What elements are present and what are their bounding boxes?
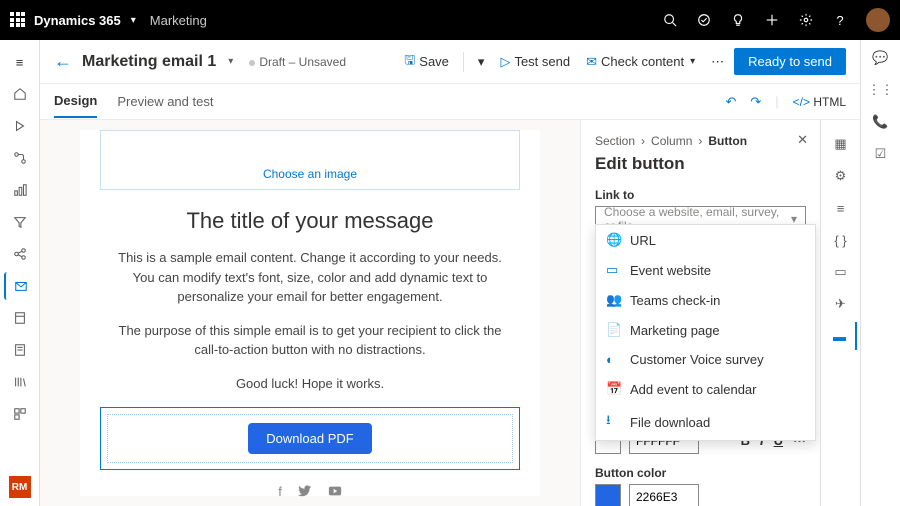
tab-design[interactable]: Design — [54, 85, 97, 118]
template-icon[interactable] — [4, 304, 36, 332]
button-color-swatch[interactable] — [595, 484, 621, 506]
choose-image-link[interactable]: Choose an image — [263, 167, 357, 181]
cta-button[interactable]: Download PDF — [248, 423, 371, 454]
chevron-down-icon[interactable]: ▾ — [228, 56, 233, 67]
page-title: Marketing email 1 — [82, 53, 216, 71]
lightbulb-icon[interactable] — [730, 12, 746, 28]
form-icon[interactable] — [4, 336, 36, 364]
option-url[interactable]: 🌐URL — [596, 225, 815, 255]
task-icon[interactable] — [696, 12, 712, 28]
connections-icon[interactable]: ⋮⋮ — [868, 82, 894, 98]
journey-icon[interactable] — [4, 144, 36, 172]
option-event-website[interactable]: ▭Event website — [596, 255, 815, 285]
share-icon[interactable] — [4, 240, 36, 268]
personalize-icon[interactable]: { } — [825, 226, 857, 254]
close-panel-button[interactable]: ✕ — [797, 132, 808, 148]
website-icon: ▭ — [606, 262, 622, 278]
home-icon[interactable] — [4, 80, 36, 108]
option-file-download[interactable]: ⭳File download — [596, 404, 815, 440]
overflow-button[interactable]: ⋯ — [705, 50, 730, 74]
tab-bar: Design Preview and test ↶ ↷ | </> HTML — [40, 84, 860, 120]
youtube-icon[interactable] — [328, 484, 342, 501]
global-header: Dynamics 365 ▾ Marketing ? — [0, 0, 900, 40]
email-body-2[interactable]: The purpose of this simple email is to g… — [80, 321, 540, 360]
checklist-icon[interactable]: ☑ — [875, 146, 887, 162]
link-to-dropdown: 🌐URL ▭Event website 👥Teams check-in 📄Mar… — [595, 224, 816, 441]
help-icon[interactable]: ? — [832, 12, 848, 28]
button-tool-icon[interactable]: ▬ — [825, 322, 857, 350]
play-icon[interactable] — [4, 112, 36, 140]
filter-icon[interactable] — [4, 208, 36, 236]
option-marketing-page[interactable]: 📄Marketing page — [596, 315, 815, 345]
breadcrumb: Section› Column› Button — [595, 134, 806, 148]
link-to-label: Link to — [595, 188, 806, 202]
app-name[interactable]: Dynamics 365 — [34, 13, 121, 28]
add-icon[interactable] — [764, 12, 780, 28]
assistant-rail: 💬 ⋮⋮ 📞 ☑ — [860, 40, 900, 506]
page-icon: 📄 — [606, 322, 622, 338]
panel-heading: Edit button — [595, 154, 806, 174]
email-body-1[interactable]: This is a sample email content. Change i… — [80, 248, 540, 307]
undo-button[interactable]: ↶ — [725, 94, 736, 110]
calendar-icon: 📅 — [606, 381, 622, 397]
download-icon: ⭳ — [606, 411, 622, 433]
button-block-selected[interactable]: Download PDF — [100, 407, 520, 470]
phone-icon[interactable]: 📞 — [872, 114, 888, 130]
survey-icon: ◐ — [606, 352, 622, 367]
email-title[interactable]: The title of your message — [80, 208, 540, 234]
redo-button[interactable]: ↷ — [750, 94, 761, 110]
more-icon[interactable] — [4, 400, 36, 428]
option-teams-checkin[interactable]: 👥Teams check-in — [596, 285, 815, 315]
library-icon[interactable] — [4, 368, 36, 396]
option-customer-voice[interactable]: ◐Customer Voice survey — [596, 345, 815, 374]
html-toggle[interactable]: </> HTML — [793, 95, 846, 109]
menu-icon[interactable]: ≡ — [4, 48, 36, 76]
teams-icon: 👥 — [606, 292, 622, 308]
email-icon[interactable] — [4, 272, 36, 300]
option-add-event[interactable]: 📅Add event to calendar — [596, 374, 815, 404]
button-color-label: Button color — [595, 466, 806, 480]
ready-to-send-button[interactable]: Ready to send — [734, 48, 846, 75]
properties-panel: ✕ Section› Column› Button Edit button Li… — [580, 120, 820, 506]
back-button[interactable]: ← — [54, 51, 72, 72]
check-content-button[interactable]: ✉Check content▾ — [580, 50, 701, 74]
send-icon[interactable]: ✈ — [825, 290, 857, 318]
settings-icon[interactable] — [798, 12, 814, 28]
user-avatar[interactable] — [866, 8, 890, 32]
area-badge[interactable]: RM — [9, 476, 31, 498]
twitter-icon[interactable] — [298, 484, 312, 501]
facebook-icon[interactable]: f — [278, 484, 282, 501]
analytics-icon[interactable] — [4, 176, 36, 204]
chat-icon[interactable]: 💬 — [872, 50, 888, 66]
image-icon[interactable]: ▭ — [825, 258, 857, 286]
command-bar: ← Marketing email 1 ▾ Draft – Unsaved 🖫S… — [40, 40, 860, 84]
record-status: Draft – Unsaved — [249, 55, 346, 69]
text-style-icon[interactable]: ≡ — [825, 194, 857, 222]
area-name: Marketing — [150, 13, 207, 28]
email-body-3[interactable]: Good luck! Hope it works. — [80, 374, 540, 394]
toolbox-rail: ▦ ⚙ ≡ { } ▭ ✈ ▬ — [820, 120, 860, 506]
button-color-input[interactable] — [629, 484, 699, 506]
save-button[interactable]: 🖫Save — [398, 47, 455, 77]
left-nav-rail: ≡ RM — [0, 40, 40, 506]
chevron-down-icon[interactable]: ▾ — [131, 15, 136, 26]
email-canvas: Choose an image The title of your messag… — [40, 120, 580, 506]
social-row: f — [80, 484, 540, 501]
tab-preview[interactable]: Preview and test — [117, 86, 213, 117]
image-placeholder[interactable]: Choose an image — [100, 130, 520, 190]
test-send-button[interactable]: ▷Test send — [494, 50, 576, 74]
save-dropdown[interactable]: ▾ — [472, 50, 491, 74]
elements-icon[interactable]: ▦ — [825, 130, 857, 158]
globe-icon: 🌐 — [606, 232, 622, 248]
settings-icon[interactable]: ⚙ — [825, 162, 857, 190]
app-launcher-icon[interactable] — [10, 12, 26, 28]
search-icon[interactable] — [662, 12, 678, 28]
